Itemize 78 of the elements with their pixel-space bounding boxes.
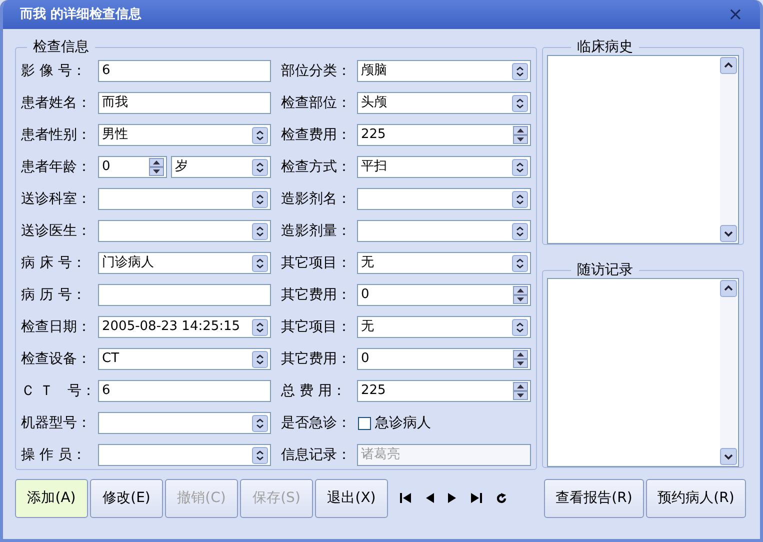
text-field[interactable]: 6 bbox=[98, 60, 271, 82]
field-label: 送诊医生： bbox=[21, 222, 92, 241]
field-label: 检查费用： bbox=[281, 126, 352, 145]
dropdown-field[interactable]: 岁 bbox=[171, 156, 271, 178]
checkbox[interactable] bbox=[358, 416, 371, 430]
field-label: 其它费用： bbox=[281, 350, 352, 369]
dropdown-field[interactable]: 男性 bbox=[98, 124, 271, 146]
spin-field[interactable]: 0 bbox=[357, 348, 531, 370]
toolbar-button[interactable]: 修改(E) bbox=[90, 478, 163, 518]
field-label: 操 作 员： bbox=[21, 446, 87, 465]
dropdown-field[interactable]: 无 bbox=[357, 252, 531, 274]
field-label: 检查方式： bbox=[281, 158, 352, 177]
field-label: 其它费用： bbox=[281, 286, 352, 305]
field-label: Ｃ Ｔ 号： bbox=[21, 382, 96, 401]
section-title: 临床病史 bbox=[576, 39, 634, 55]
spin-arrows-icon[interactable] bbox=[149, 158, 164, 176]
field-label: 造影剂名： bbox=[281, 190, 352, 209]
dropdown-field[interactable]: 颅脑 bbox=[357, 60, 531, 82]
field-label: 病 历 号： bbox=[21, 286, 87, 305]
dropdown-field[interactable]: 无 bbox=[357, 316, 531, 338]
field-label: 影 像 号： bbox=[21, 62, 87, 81]
first-record-icon[interactable] bbox=[400, 493, 412, 503]
text-field[interactable] bbox=[98, 284, 271, 306]
action-button[interactable]: 预约病人(R) bbox=[646, 478, 746, 518]
spin-arrows-icon[interactable] bbox=[513, 126, 528, 144]
spin-field[interactable]: 225 bbox=[357, 380, 531, 402]
section-title: 检查信息 bbox=[32, 39, 90, 55]
field-label: 患者年龄： bbox=[21, 158, 92, 177]
dropdown-field[interactable]: 门诊病人 bbox=[98, 252, 271, 274]
field-label: 其它项目： bbox=[281, 318, 352, 337]
dropdown-field[interactable] bbox=[357, 188, 531, 210]
window-title: 而我 的详细检查信息 bbox=[20, 6, 142, 24]
field-label: 是否急诊： bbox=[281, 414, 352, 433]
toolbar-button[interactable]: 退出(X) bbox=[315, 478, 388, 518]
field-label: 其它项目： bbox=[281, 254, 352, 273]
dropdown-field[interactable] bbox=[98, 220, 271, 242]
scrollbar[interactable] bbox=[720, 280, 737, 465]
field-label: 造影剂量： bbox=[281, 222, 352, 241]
field-label: 部位分类： bbox=[281, 62, 352, 81]
field-label: 病 床 号： bbox=[21, 254, 87, 273]
field-label: 患者性别： bbox=[21, 126, 92, 145]
checkbox-label[interactable]: 急诊病人 bbox=[375, 412, 431, 434]
text-field[interactable]: 而我 bbox=[98, 92, 271, 114]
spin-field[interactable]: 0 bbox=[98, 156, 167, 178]
scroll-down-icon[interactable] bbox=[720, 448, 737, 465]
spin-arrows-icon[interactable] bbox=[513, 350, 528, 368]
dropdown-field[interactable]: 平扫 bbox=[357, 156, 531, 178]
field-label: 患者姓名： bbox=[21, 94, 92, 113]
dropdown-field[interactable] bbox=[357, 220, 531, 242]
dropdown-field[interactable] bbox=[98, 444, 271, 466]
scroll-up-icon[interactable] bbox=[720, 280, 737, 297]
field-label: 机器型号： bbox=[21, 414, 92, 433]
text-field[interactable]: 6 bbox=[98, 380, 271, 402]
dropdown-field[interactable] bbox=[98, 412, 271, 434]
field-label: 送诊科室： bbox=[21, 190, 92, 209]
scrollbar[interactable] bbox=[720, 57, 737, 242]
dropdown-field[interactable]: 头颅 bbox=[357, 92, 531, 114]
field-label: 检查部位： bbox=[281, 94, 352, 113]
toolbar-button[interactable]: 添加(A) bbox=[15, 478, 88, 518]
scroll-up-icon[interactable] bbox=[720, 57, 737, 74]
section-title: 随访记录 bbox=[576, 262, 634, 278]
field-label: 总 费 用： bbox=[281, 382, 347, 401]
field-label: 检查设备： bbox=[21, 350, 92, 369]
dropdown-field[interactable]: 2005-08-23 14:25:15 bbox=[98, 316, 271, 338]
next-icon[interactable] bbox=[448, 493, 456, 503]
dropdown-field[interactable] bbox=[98, 188, 271, 210]
refresh-icon[interactable] bbox=[496, 492, 507, 504]
dropdown-field[interactable]: CT bbox=[98, 348, 271, 370]
previous-icon[interactable] bbox=[426, 493, 434, 503]
spin-arrows-icon[interactable] bbox=[513, 382, 528, 400]
action-button[interactable]: 查看报告(R) bbox=[544, 478, 644, 518]
spin-arrows-icon[interactable] bbox=[513, 286, 528, 304]
field-label: 信息记录： bbox=[281, 446, 352, 465]
field-label: 检查日期： bbox=[21, 318, 92, 337]
last-record-icon[interactable] bbox=[470, 493, 482, 503]
spin-field[interactable]: 225 bbox=[357, 124, 531, 146]
scroll-down-icon[interactable] bbox=[720, 225, 737, 242]
spin-field[interactable]: 0 bbox=[357, 284, 531, 306]
